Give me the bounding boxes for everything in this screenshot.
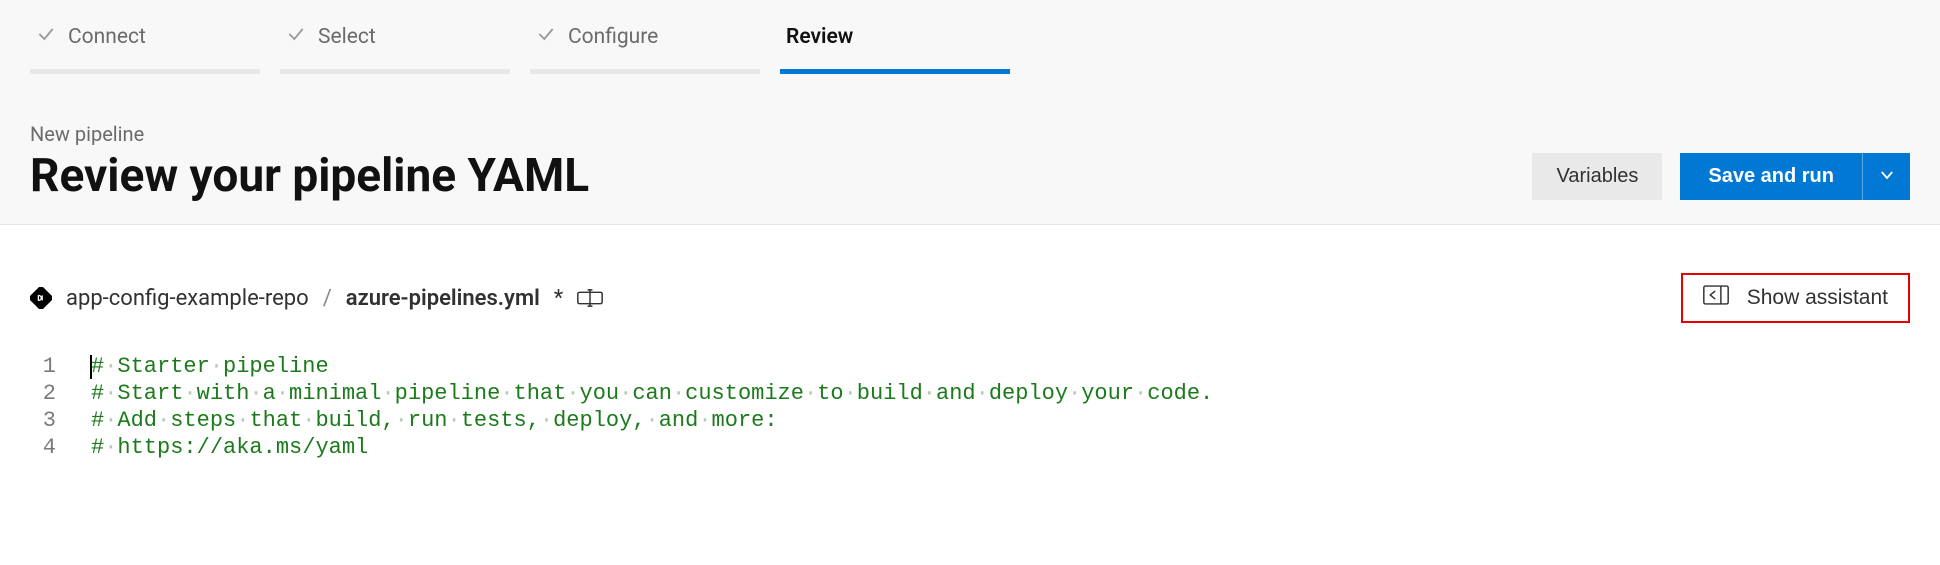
show-assistant-label: Show assistant: [1747, 286, 1888, 310]
wizard-step-review[interactable]: Review: [780, 14, 1010, 74]
save-and-run-split: Save and run: [1680, 153, 1910, 200]
check-icon: [36, 24, 56, 50]
dirty-indicator: *: [554, 286, 563, 311]
wizard-step-configure[interactable]: Configure: [530, 14, 760, 74]
step-underline: [780, 69, 1010, 74]
chevron-down-icon: [1878, 166, 1896, 187]
wizard-steps: Connect Select Configure Review: [30, 0, 1910, 74]
breadcrumb-separator: /: [323, 286, 332, 311]
step-underline: [280, 69, 510, 74]
wizard-step-select[interactable]: Select: [280, 14, 510, 74]
line-number: 2: [30, 380, 90, 407]
step-underline: [530, 69, 760, 74]
wizard-step-label: Connect: [68, 25, 146, 49]
check-icon: [286, 24, 306, 50]
wizard-step-label: Select: [318, 25, 376, 49]
line-number: 4: [30, 434, 90, 461]
line-number: 3: [30, 407, 90, 434]
yaml-editor[interactable]: 1#·Starter·pipeline2#·Start·with·a·minim…: [0, 323, 1940, 461]
wizard-step-label: Review: [786, 25, 853, 49]
show-assistant-button[interactable]: Show assistant: [1681, 273, 1910, 323]
eyebrow: New pipeline: [30, 122, 589, 146]
code-line[interactable]: #·Start·with·a·minimal·pipeline·that·you…: [90, 380, 1214, 407]
panel-open-icon: [1703, 285, 1729, 311]
text-cursor: [90, 355, 92, 379]
check-icon: [536, 24, 556, 50]
step-underline: [30, 69, 260, 74]
file-name: azure-pipelines.yml: [346, 286, 540, 311]
rename-icon[interactable]: [577, 287, 603, 309]
breadcrumb: app-config-example-repo / azure-pipeline…: [30, 286, 603, 311]
wizard-step-label: Configure: [568, 25, 658, 49]
save-and-run-dropdown[interactable]: [1862, 153, 1910, 200]
wizard-step-connect[interactable]: Connect: [30, 14, 260, 74]
repo-icon: [30, 287, 52, 309]
save-and-run-button[interactable]: Save and run: [1680, 153, 1862, 200]
code-line[interactable]: #·Add·steps·that·build,·run·tests,·deplo…: [90, 407, 1214, 434]
variables-button[interactable]: Variables: [1532, 153, 1662, 200]
page-title: Review your pipeline YAML: [30, 152, 589, 200]
code-line[interactable]: #·https://aka.ms/yaml: [90, 434, 1214, 461]
line-number: 1: [30, 353, 90, 380]
repo-name[interactable]: app-config-example-repo: [66, 286, 309, 311]
code-line[interactable]: #·Starter·pipeline: [90, 353, 1214, 380]
